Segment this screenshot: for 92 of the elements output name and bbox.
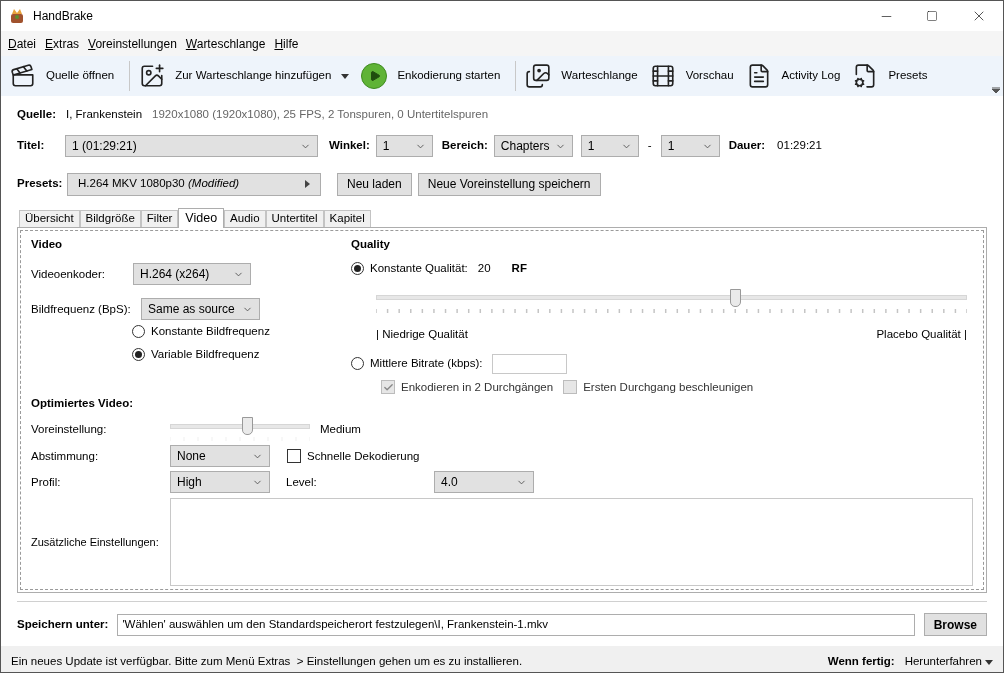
section-heading: Quality (351, 237, 391, 252)
toolbar-button[interactable]: Activity Log (742, 63, 844, 89)
menu-item[interactable]: Voreinstellungen (84, 34, 181, 53)
caret-icon (341, 73, 350, 79)
slider-thumb[interactable] (242, 417, 253, 436)
field-label: Profil: (31, 474, 62, 490)
source-info: 1920x1080 (1920x1080), 25 FPS, 2 Tonspuren, 0 Untertitelspuren (152, 107, 489, 123)
field-label: Videoenkoder: (31, 266, 106, 282)
slider-thumb[interactable] (729, 288, 741, 307)
when-done-dropdown[interactable]: Herunterfahren (904, 653, 993, 671)
bitrate-field[interactable] (492, 353, 568, 374)
field-label: Winkel: (329, 138, 370, 154)
push-button[interactable]: Browse (923, 613, 987, 636)
checkbox-label: Ersten Durchgang beschleunigen (583, 379, 754, 395)
toolbar-button[interactable]: Warteschlange (522, 63, 641, 89)
dropdown-field[interactable]: 1 (01:29:21) (65, 135, 318, 157)
dropdown-field[interactable]: H.264 (x264) (133, 263, 251, 286)
menu-item[interactable]: Extras (41, 34, 84, 53)
tab[interactable]: Video (178, 208, 225, 228)
field-label: Presets: (17, 176, 64, 192)
field-label: Bildfrequenz (BpS): (31, 301, 132, 317)
field-label: Voreinstellung: (31, 421, 108, 437)
radio-button[interactable] (351, 357, 364, 371)
field-label: Quelle: (17, 107, 56, 123)
tab[interactable]: Bildgröße (79, 210, 141, 227)
radio-button[interactable] (132, 347, 145, 361)
quality-value: 20 (477, 261, 491, 277)
field-label: Wenn fertig: (827, 654, 895, 670)
range-separator: - (647, 138, 652, 154)
dropdown-field[interactable]: 1 (580, 135, 639, 157)
preset-value: Medium (320, 421, 361, 437)
overflow-icon[interactable] (992, 87, 1000, 93)
slider-track[interactable] (376, 288, 967, 307)
play-icon (361, 63, 388, 89)
section-heading: Video (31, 237, 64, 252)
scale-label: Placebo Qualität | (876, 326, 967, 342)
caret-icon (985, 659, 993, 665)
radio-label: Mittlere Bitrate (kbps): (370, 356, 483, 372)
window-title: HandBrake (33, 8, 94, 25)
dropdown-field[interactable]: 1 (375, 135, 433, 157)
field-label: Abstimmung: (31, 448, 100, 464)
app-logo-icon (9, 8, 25, 24)
toolbar-icon (10, 63, 36, 89)
dropdown-field[interactable]: 4.0 (434, 471, 534, 494)
toolbar-button[interactable]: Zur Warteschlange hinzufügen (136, 63, 353, 89)
toolbar-icon (139, 63, 166, 89)
push-button[interactable]: Neue Voreinstellung speichern (417, 172, 601, 196)
field-label: Speichern unter: (17, 616, 109, 632)
menu-item[interactable]: Warteschlange (181, 34, 270, 53)
dropdown-field[interactable]: 1 (660, 135, 720, 157)
destination-field[interactable]: 'Wählen' auswählen um den Standardspeicherort festzulegen\I, Frankenstein-1.mkv (117, 613, 915, 636)
radio-button[interactable] (132, 325, 145, 339)
source-name: I, Frankenstein (66, 107, 143, 123)
radio-label: Konstante Bildfrequenz (151, 324, 270, 340)
toolbar-button[interactable]: Vorschau (646, 63, 737, 89)
field-label: Level: (286, 474, 318, 490)
push-button[interactable]: Neu laden (337, 172, 412, 196)
toolbar-icon (525, 63, 552, 89)
section-heading: Optimiertes Video: (31, 396, 135, 411)
field-label: Bereich: (441, 138, 488, 154)
toolbar-icon (649, 63, 676, 89)
status-message: Ein neues Update ist verfügbar. Bitte zum Menü Extras > Einstellungen gehen um es zu installieren. (11, 654, 524, 670)
dropdown-field[interactable]: Chapters (493, 135, 573, 157)
field-label: Titel: (17, 138, 46, 154)
field-label: Dauer: (728, 138, 766, 154)
dropdown-field[interactable]: High (170, 471, 270, 494)
toolbar-button[interactable]: Enkodierung starten (358, 63, 504, 89)
checkbox-label: Schnelle Dekodierung (307, 448, 420, 464)
scale-label: | Niedrige Qualität (376, 326, 468, 342)
quality-unit: RF (511, 261, 527, 277)
tab[interactable]: Untertitel (265, 210, 324, 227)
radio-button[interactable] (351, 262, 364, 276)
tab[interactable]: Übersicht (19, 210, 80, 227)
checkbox-label: Enkodieren in 2 Durchgängen (401, 379, 554, 395)
slider-track[interactable] (170, 417, 310, 436)
tab[interactable]: Filter (140, 210, 179, 227)
menu-item[interactable]: Datei (4, 34, 41, 53)
radio-label: Variable Bildfrequenz (151, 346, 260, 362)
menu-item[interactable]: Hilfe (270, 34, 303, 53)
toolbar-button[interactable]: Quelle öffnen (7, 63, 118, 89)
radio-label: Konstante Qualität: (370, 261, 468, 277)
field-label: Zusätzliche Einstellungen: (31, 534, 160, 550)
preset-selector[interactable]: H.264 MKV 1080p30 (Modified) (67, 172, 321, 196)
tab[interactable]: Kapitel (323, 210, 371, 227)
dropdown-field[interactable]: None (170, 445, 270, 468)
tab[interactable]: Audio (224, 210, 266, 227)
checkbox[interactable] (287, 449, 301, 464)
arrow-icon (305, 180, 310, 188)
dropdown-field[interactable]: Same as source (141, 298, 260, 321)
maximize-icon[interactable] (926, 10, 938, 22)
duration-value: 01:29:21 (777, 138, 822, 154)
toolbar-button[interactable]: Presets (849, 63, 931, 89)
